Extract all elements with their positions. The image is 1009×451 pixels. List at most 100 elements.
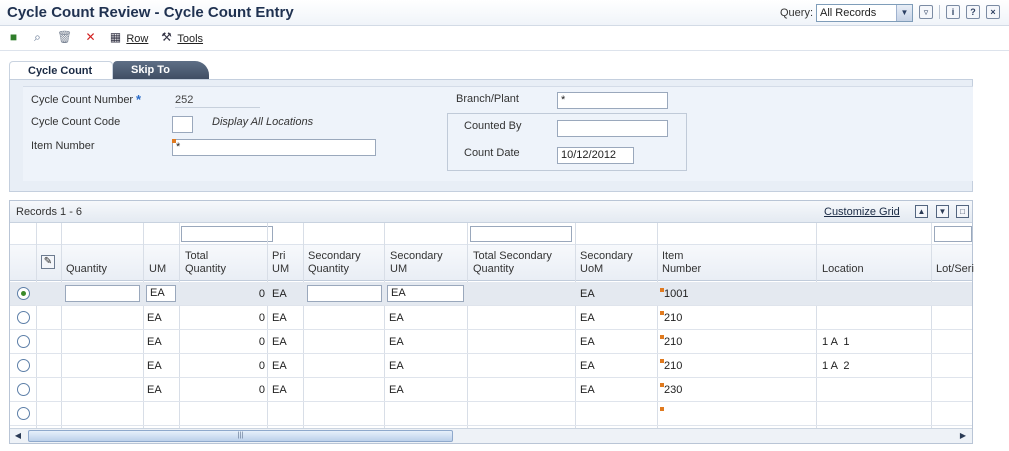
find-button[interactable]: ⌕	[30, 30, 45, 46]
col-total-quantity[interactable]: Total Quantity	[185, 250, 226, 276]
count-date-label: Count Date	[464, 147, 520, 159]
info-icon[interactable]: i	[946, 5, 960, 19]
row-select-radio[interactable]	[17, 335, 30, 348]
edit-icon[interactable]: ✎	[41, 255, 55, 269]
table-row[interactable]: EA 0 EA EA EA 210	[10, 306, 972, 330]
cycle-count-number-value: 252	[175, 94, 260, 108]
tab-cycle-count[interactable]: Cycle Count	[9, 61, 113, 80]
table-row[interactable]	[10, 402, 972, 426]
page-title: Cycle Count Review - Cycle Count Entry	[7, 4, 294, 21]
row-select-radio[interactable]	[17, 359, 30, 372]
table-row[interactable]: EA 0 EA EA EA 210 1 A 1	[10, 330, 972, 354]
um-input[interactable]: EA	[146, 285, 176, 302]
counted-by-label: Counted By	[464, 120, 522, 132]
query-select[interactable]: All Records ▼	[816, 4, 913, 22]
secondary-um-cell: EA	[389, 336, 404, 348]
branch-plant-label: Branch/Plant	[456, 93, 519, 105]
qbe-lot-serial-input[interactable]	[934, 226, 972, 242]
customize-grid-link[interactable]: Customize Grid	[824, 206, 900, 218]
table-row[interactable]: EA 0 EA EA EA 210 1 A 2	[10, 354, 972, 378]
pri-um-cell: EA	[272, 288, 287, 300]
records-grid: Records 1 - 6 Customize Grid ▲ ▼ □ ✎ Qua…	[9, 200, 974, 444]
col-total-secondary-quantity[interactable]: Total Secondary Quantity	[473, 250, 552, 276]
branch-plant-field[interactable]: *	[557, 92, 668, 109]
delete-button[interactable]: 🗑	[57, 30, 72, 46]
toolbar: ■ ⌕ 🗑 ✕ ▦ Row ⚒ Tools	[0, 27, 1009, 51]
col-secondary-quantity[interactable]: Secondary Quantity	[308, 250, 361, 276]
qbe-total-quantity-input[interactable]	[181, 226, 273, 242]
cycle-count-code-label: Cycle Count Code	[31, 116, 121, 128]
query-label: Query:	[780, 7, 814, 19]
find-icon: ⌕	[34, 30, 41, 44]
tools-menu-label: Tools	[177, 33, 204, 45]
col-lot-serial[interactable]: Lot/Seri	[936, 263, 974, 276]
row-select-radio[interactable]	[17, 287, 30, 300]
maximize-icon[interactable]: □	[956, 205, 969, 218]
cancel-button[interactable]: ✕	[83, 30, 98, 46]
count-date-field[interactable]: 10/12/2012	[557, 147, 634, 164]
import-icon[interactable]: ▼	[936, 205, 949, 218]
col-secondary-um[interactable]: Secondary UM	[390, 250, 443, 276]
col-pri-um[interactable]: Pri UM	[272, 250, 289, 276]
scrollbar-thumb[interactable]: |||	[28, 430, 453, 442]
item-number-cell: 210	[664, 336, 683, 348]
chevron-down-icon: ▼	[896, 5, 912, 21]
item-number-field[interactable]: *	[172, 139, 376, 156]
export-icon[interactable]: ▲	[915, 205, 928, 218]
col-secondary-uom[interactable]: Secondary UoM	[580, 250, 633, 276]
scroll-left-icon[interactable]: ◀	[11, 430, 25, 442]
pri-um-cell: EA	[272, 384, 287, 396]
pri-um-cell: EA	[272, 312, 287, 324]
col-location[interactable]: Location	[822, 263, 864, 276]
counted-by-field[interactable]	[557, 120, 668, 137]
qbe-row	[10, 223, 972, 245]
secondary-uom-cell: EA	[580, 360, 595, 372]
secondary-uom-cell: EA	[580, 336, 595, 348]
grid-icon: ▦	[109, 30, 122, 44]
display-all-locations: Display All Locations	[212, 116, 314, 128]
save-button[interactable]: ■	[6, 30, 21, 46]
secondary-um-cell: EA	[389, 360, 404, 372]
item-number-cell: 210	[664, 360, 683, 372]
secondary-um-input[interactable]: EA	[387, 285, 464, 302]
scroll-right-icon[interactable]: ▶	[956, 430, 970, 442]
qbe-total-secondary-quantity-input[interactable]	[470, 226, 572, 242]
required-icon: *	[136, 92, 142, 107]
um-cell: EA	[147, 312, 162, 324]
table-row[interactable]: EA 0 EA EA EA 1001	[10, 282, 972, 306]
col-quantity[interactable]: Quantity	[66, 263, 107, 276]
tab-strip: Cycle Count Skip To	[9, 61, 973, 80]
row-select-radio[interactable]	[17, 311, 30, 324]
horizontal-scrollbar[interactable]: ◀ ||| ▶	[10, 428, 972, 443]
row-select-radio[interactable]	[17, 407, 30, 420]
filter-icon[interactable]: ▿	[919, 5, 933, 19]
um-cell: EA	[147, 360, 162, 372]
col-um[interactable]: UM	[149, 263, 166, 276]
item-number-cell: 1001	[664, 288, 689, 300]
row-select-radio[interactable]	[17, 383, 30, 396]
records-count: Records 1 - 6	[16, 206, 83, 218]
secondary-um-cell: EA	[389, 384, 404, 396]
quantity-input[interactable]	[65, 285, 140, 302]
col-item-number[interactable]: Item Number	[662, 250, 701, 276]
qbe-marker-icon	[172, 139, 176, 143]
cycle-count-code-field[interactable]	[172, 116, 193, 133]
tools-menu[interactable]: ⚒ Tools	[159, 30, 203, 46]
pri-um-cell: EA	[272, 336, 287, 348]
secondary-quantity-input[interactable]	[307, 285, 382, 302]
row-menu[interactable]: ▦ Row	[108, 30, 149, 46]
item-number-cell: 230	[664, 384, 683, 396]
trash-icon: 🗑	[57, 30, 73, 44]
table-row[interactable]: EA 0 EA EA EA 230	[10, 378, 972, 402]
close-icon[interactable]: ×	[986, 5, 1000, 19]
query-select-value: All Records	[820, 7, 877, 19]
um-cell: EA	[147, 336, 162, 348]
qbe-marker-icon	[660, 407, 664, 411]
pri-um-cell: EA	[272, 360, 287, 372]
tools-icon: ⚒	[161, 30, 172, 44]
help-icon[interactable]: ?	[966, 5, 980, 19]
tab-skip-to[interactable]: Skip To	[113, 61, 209, 80]
total-quantity-cell: 0	[258, 312, 265, 324]
save-icon: ■	[9, 30, 18, 44]
total-quantity-cell: 0	[258, 384, 265, 396]
